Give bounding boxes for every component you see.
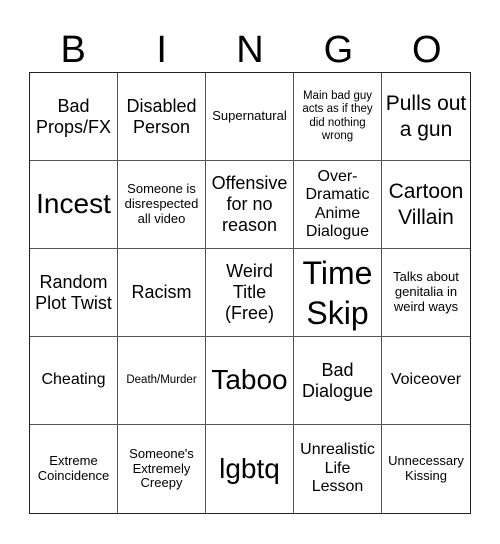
header-letter-o: O	[412, 29, 442, 71]
cell-text: Offensive for no reason	[211, 173, 288, 235]
header-letter-i: I	[156, 29, 167, 71]
cell-text: Bad Dialogue	[301, 359, 374, 401]
bingo-cell[interactable]: Extreme Coincidence	[30, 425, 118, 513]
bingo-cell free-space[interactable]: Weird Title (Free)	[206, 249, 294, 337]
cell-text: Disabled Person	[126, 95, 197, 137]
bingo-grid: Bad Props/FX Disabled Person Supernatura…	[29, 72, 471, 514]
cell-text: Taboo	[211, 364, 288, 396]
cell-text: lgbtq	[219, 452, 280, 484]
cell-text: Racism	[131, 282, 192, 303]
cell-text: Voiceover	[390, 371, 462, 389]
bingo-cell[interactable]: Death/Murder	[118, 337, 206, 425]
bingo-cell[interactable]: Main bad guy acts as if they did nothing…	[294, 73, 382, 161]
bingo-cell[interactable]: Incest	[30, 161, 118, 249]
cell-text: Supernatural	[212, 108, 287, 124]
bingo-cell[interactable]: Unnecessary Kissing	[382, 425, 470, 513]
cell-text: Time Skip	[302, 254, 373, 331]
bingo-header: B I N G O	[29, 28, 471, 72]
cell-text: Weird Title (Free)	[225, 261, 274, 323]
bingo-cell[interactable]: Taboo	[206, 337, 294, 425]
cell-text: Talks about genitalia in weird ways	[393, 269, 459, 314]
cell-text: Incest	[36, 188, 111, 220]
cell-text: Cheating	[41, 371, 106, 389]
bingo-cell[interactable]: Random Plot Twist	[30, 249, 118, 337]
bingo-cell[interactable]: Talks about genitalia in weird ways	[382, 249, 470, 337]
cell-text: Unrealistic Life Lesson	[300, 441, 375, 496]
cell-text: Random Plot Twist	[35, 271, 112, 313]
bingo-cell[interactable]: Offensive for no reason	[206, 161, 294, 249]
bingo-cell[interactable]: Bad Props/FX	[30, 73, 118, 161]
bingo-cell[interactable]: Someone is disrespected all video	[118, 161, 206, 249]
bingo-cell[interactable]: Unrealistic Life Lesson	[294, 425, 382, 513]
cell-text: Over-Dramatic Anime Dialogue	[305, 167, 370, 240]
header-letter-n: N	[236, 29, 264, 71]
cell-text: Pulls out a gun	[385, 92, 467, 141]
bingo-cell[interactable]: Supernatural	[206, 73, 294, 161]
header-letter-g: G	[323, 29, 354, 71]
bingo-cell[interactable]: Voiceover	[382, 337, 470, 425]
cell-text: Someone's Extremely Creepy	[129, 445, 194, 491]
bingo-cell[interactable]: Disabled Person	[118, 73, 206, 161]
cell-text: Bad Props/FX	[35, 95, 112, 137]
cell-text: Death/Murder	[126, 373, 197, 386]
bingo-cell[interactable]: Cartoon Villain	[382, 161, 470, 249]
cell-text: Someone is disrespected all video	[124, 181, 199, 226]
bingo-cell[interactable]: Someone's Extremely Creepy	[118, 425, 206, 513]
bingo-cell[interactable]: Bad Dialogue	[294, 337, 382, 425]
bingo-cell[interactable]: Pulls out a gun	[382, 73, 470, 161]
bingo-cell[interactable]: Racism	[118, 249, 206, 337]
bingo-cell[interactable]: Over-Dramatic Anime Dialogue	[294, 161, 382, 249]
bingo-cell[interactable]: Cheating	[30, 337, 118, 425]
cell-text: Extreme Coincidence	[37, 453, 110, 483]
cell-text: Main bad guy acts as if they did nothing…	[302, 90, 373, 142]
header-letter-b: B	[60, 29, 86, 71]
cell-text: Unnecessary Kissing	[388, 453, 464, 483]
bingo-cell[interactable]: lgbtq	[206, 425, 294, 513]
cell-text: Cartoon Villain	[388, 180, 464, 229]
bingo-cell[interactable]: Time Skip	[294, 249, 382, 337]
